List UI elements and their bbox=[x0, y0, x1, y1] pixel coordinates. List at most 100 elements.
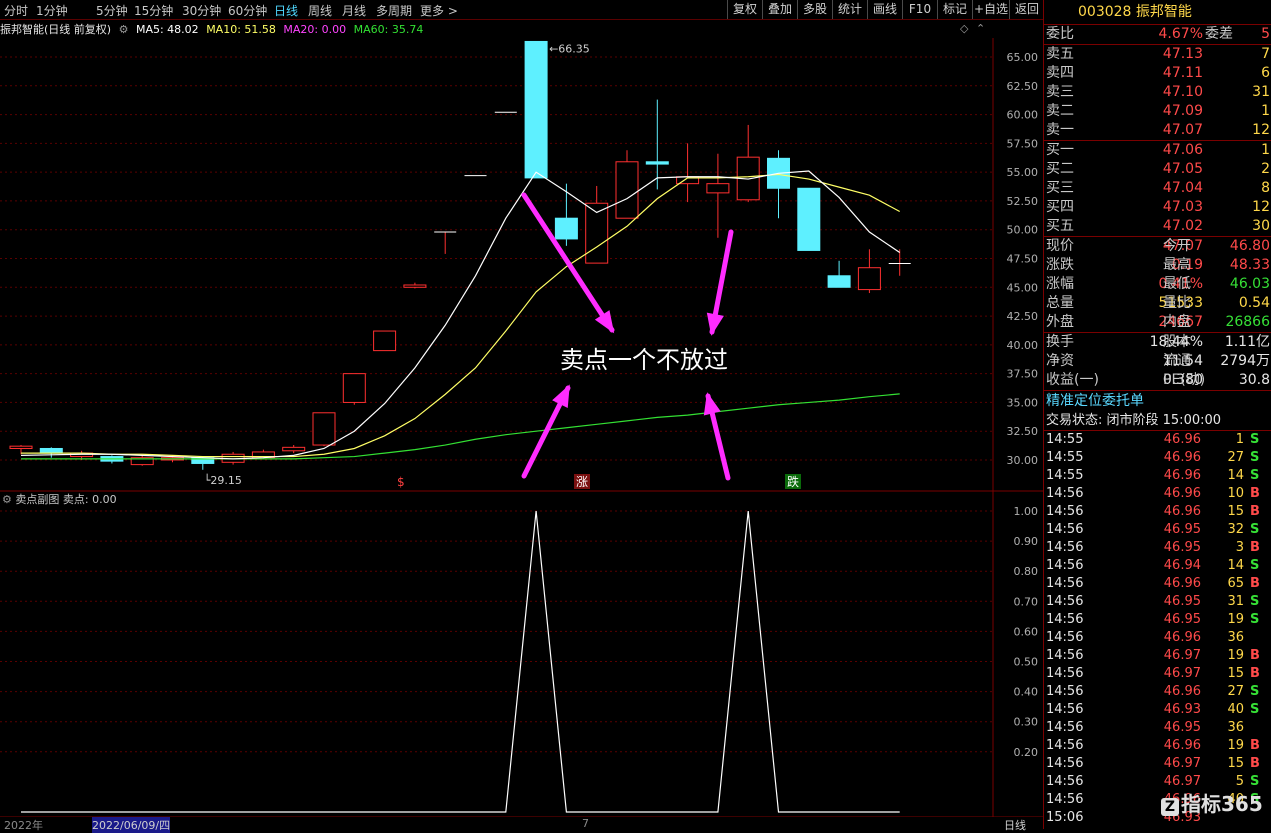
diamond-icon[interactable]: ◇ bbox=[960, 22, 968, 35]
tab-daily[interactable]: 日线 bbox=[274, 2, 298, 19]
chevron-up-icon[interactable]: ⌃ bbox=[976, 22, 985, 35]
stat-row: 净资 11.54 流通 2794万 bbox=[1044, 352, 1271, 371]
bid-row[interactable]: 买二 47.05 2 bbox=[1044, 160, 1271, 179]
multi-stock-button[interactable]: 多股 bbox=[797, 0, 832, 19]
tab-multi-period[interactable]: 多周期 bbox=[376, 2, 412, 19]
bid-row[interactable]: 买四 47.03 12 bbox=[1044, 198, 1271, 217]
tab-5min[interactable]: 5分钟 bbox=[96, 2, 128, 19]
draw-line-button[interactable]: 画线 bbox=[867, 0, 902, 19]
candle-up bbox=[282, 446, 306, 452]
tab-60min[interactable]: 60分钟 bbox=[228, 2, 267, 19]
ask-row[interactable]: 卖四 47.11 6 bbox=[1044, 64, 1271, 83]
mark-button[interactable]: 标记 bbox=[937, 0, 972, 19]
tick-row: 14:56 46.96 36 bbox=[1044, 629, 1271, 647]
ma5-line bbox=[20, 170, 901, 460]
tick-row: 14:55 46.96 1 S bbox=[1044, 431, 1271, 449]
tick-side: B bbox=[1250, 738, 1260, 753]
settings-gear-icon[interactable]: ⚙ bbox=[119, 23, 129, 36]
cursor-date-label: 2022/06/09/四 bbox=[92, 817, 171, 833]
stat-value: 0.54 bbox=[1238, 295, 1270, 311]
ask-label: 卖二 bbox=[1046, 103, 1074, 119]
tick-time: 14:56 bbox=[1046, 702, 1084, 717]
y-tick-label: 30.00 bbox=[1007, 454, 1039, 467]
ask-book: 卖五 47.13 7 卖四 47.11 6 卖三 47.10 31 卖二 47.09 1 卖一 47.07… bbox=[1044, 45, 1271, 140]
tick-list[interactable]: 14:55 46.96 1 S 14:55 46.96 27 S 14:55 46.96 14 S 14… bbox=[1044, 431, 1271, 827]
period-toolbar: 分时 1分钟 5分钟 15分钟 30分钟 60分钟 日线 周线 月线 多周期 更… bbox=[0, 0, 1043, 20]
stat-label: 最低 bbox=[1163, 276, 1191, 292]
tick-volume: 40 bbox=[1227, 702, 1244, 717]
back-button[interactable]: 返回 bbox=[1009, 0, 1044, 19]
adjust-button[interactable]: 复权 bbox=[727, 0, 762, 19]
candle-down bbox=[827, 275, 851, 288]
tick-price: 46.95 bbox=[1163, 522, 1201, 537]
tick-time: 14:56 bbox=[1046, 720, 1084, 735]
order-section-title[interactable]: 精准定位委托单 bbox=[1044, 390, 1271, 411]
ask-row[interactable]: 卖五 47.13 7 bbox=[1044, 45, 1271, 64]
sub-chart-value: 卖点: 0.00 bbox=[62, 493, 117, 506]
bid-volume: 30 bbox=[1252, 218, 1270, 234]
overlay-button[interactable]: 叠加 bbox=[762, 0, 797, 19]
tick-row: 14:56 46.97 19 B bbox=[1044, 647, 1271, 665]
tick-row: 14:56 46.95 19 S bbox=[1044, 611, 1271, 629]
sub-y-tick-label: 0.50 bbox=[1014, 656, 1039, 669]
tick-volume: 19 bbox=[1227, 738, 1244, 753]
tick-time: 14:56 bbox=[1046, 738, 1084, 753]
stat-label: 收益(一) bbox=[1046, 372, 1099, 388]
tab-30min[interactable]: 30分钟 bbox=[182, 2, 221, 19]
bid-row[interactable]: 买三 47.04 8 bbox=[1044, 179, 1271, 198]
sub-y-tick-label: 0.30 bbox=[1014, 716, 1039, 729]
tick-price: 46.96 bbox=[1163, 576, 1201, 591]
stat-row: 换手 18.44% 股本 1.11亿 bbox=[1044, 333, 1271, 352]
ask-volume: 1 bbox=[1261, 103, 1270, 119]
tick-row: 14:56 46.96 10 B bbox=[1044, 485, 1271, 503]
bid-volume: 1 bbox=[1261, 142, 1270, 158]
sub-y-tick-label: 1.00 bbox=[1014, 505, 1039, 518]
arrow-down-left-head bbox=[594, 310, 615, 334]
sub-chart-gear-icon[interactable]: ⚙ bbox=[2, 493, 12, 506]
tick-time: 14:56 bbox=[1046, 540, 1084, 555]
tick-side: B bbox=[1250, 504, 1260, 519]
tick-row: 14:56 46.95 31 S bbox=[1044, 593, 1271, 611]
tick-row: 14:55 46.96 14 S bbox=[1044, 467, 1271, 485]
stat-row: 收益(一) 0.380 PE(动) 30.8 bbox=[1044, 371, 1271, 390]
tab-intraday[interactable]: 分时 bbox=[4, 2, 28, 19]
sub-y-tick-label: 0.40 bbox=[1014, 686, 1039, 699]
bid-volume: 8 bbox=[1261, 180, 1270, 196]
stat-row: 现价 47.07 今开 46.80 bbox=[1044, 237, 1271, 256]
watermark-logo: Z 指标365 bbox=[1161, 788, 1263, 817]
tick-row: 14:56 46.94 14 S bbox=[1044, 557, 1271, 575]
candle-up bbox=[373, 330, 397, 352]
kline-chart[interactable]: 65.00 62.50 60.00 57.50 55.00 52.50 50.00 47.50… bbox=[0, 38, 1043, 817]
tick-side: B bbox=[1250, 648, 1260, 663]
tick-price: 46.95 bbox=[1163, 612, 1201, 627]
tick-time: 14:56 bbox=[1046, 774, 1084, 789]
stat-label: 涨跌 bbox=[1046, 257, 1074, 273]
statistics-button[interactable]: 统计 bbox=[832, 0, 867, 19]
bid-volume: 2 bbox=[1261, 161, 1270, 177]
tick-volume: 3 bbox=[1235, 540, 1244, 555]
tick-price: 46.97 bbox=[1163, 666, 1201, 681]
tab-15min[interactable]: 15分钟 bbox=[134, 2, 173, 19]
add-watchlist-button[interactable]: +自选 bbox=[972, 0, 1009, 19]
tick-price: 46.96 bbox=[1163, 738, 1201, 753]
ask-row[interactable]: 卖二 47.09 1 bbox=[1044, 102, 1271, 121]
y-tick-label: 65.00 bbox=[1007, 51, 1039, 64]
tab-weekly[interactable]: 周线 bbox=[308, 2, 332, 19]
stat-value: 26866 bbox=[1225, 314, 1270, 330]
y-tick-label: 62.50 bbox=[1007, 80, 1039, 93]
tab-monthly[interactable]: 月线 bbox=[342, 2, 366, 19]
tab-1min[interactable]: 1分钟 bbox=[36, 2, 68, 19]
bid-row[interactable]: 买一 47.06 1 bbox=[1044, 141, 1271, 160]
tab-more[interactable]: 更多 > bbox=[420, 2, 458, 19]
tick-side: S bbox=[1250, 684, 1260, 699]
ask-row[interactable]: 卖三 47.10 31 bbox=[1044, 83, 1271, 102]
bid-row[interactable]: 买五 47.02 30 bbox=[1044, 217, 1271, 236]
y-tick-label: 32.50 bbox=[1007, 425, 1039, 438]
f10-button[interactable]: F10 bbox=[902, 0, 937, 19]
stat-value: 46.80 bbox=[1229, 238, 1270, 254]
stat-label: 内盘 bbox=[1163, 314, 1191, 330]
ask-row[interactable]: 卖一 47.07 12 bbox=[1044, 121, 1271, 140]
tick-time: 14:56 bbox=[1046, 486, 1084, 501]
stat-label: 今开 bbox=[1163, 238, 1191, 254]
tick-price: 46.96 bbox=[1163, 684, 1201, 699]
